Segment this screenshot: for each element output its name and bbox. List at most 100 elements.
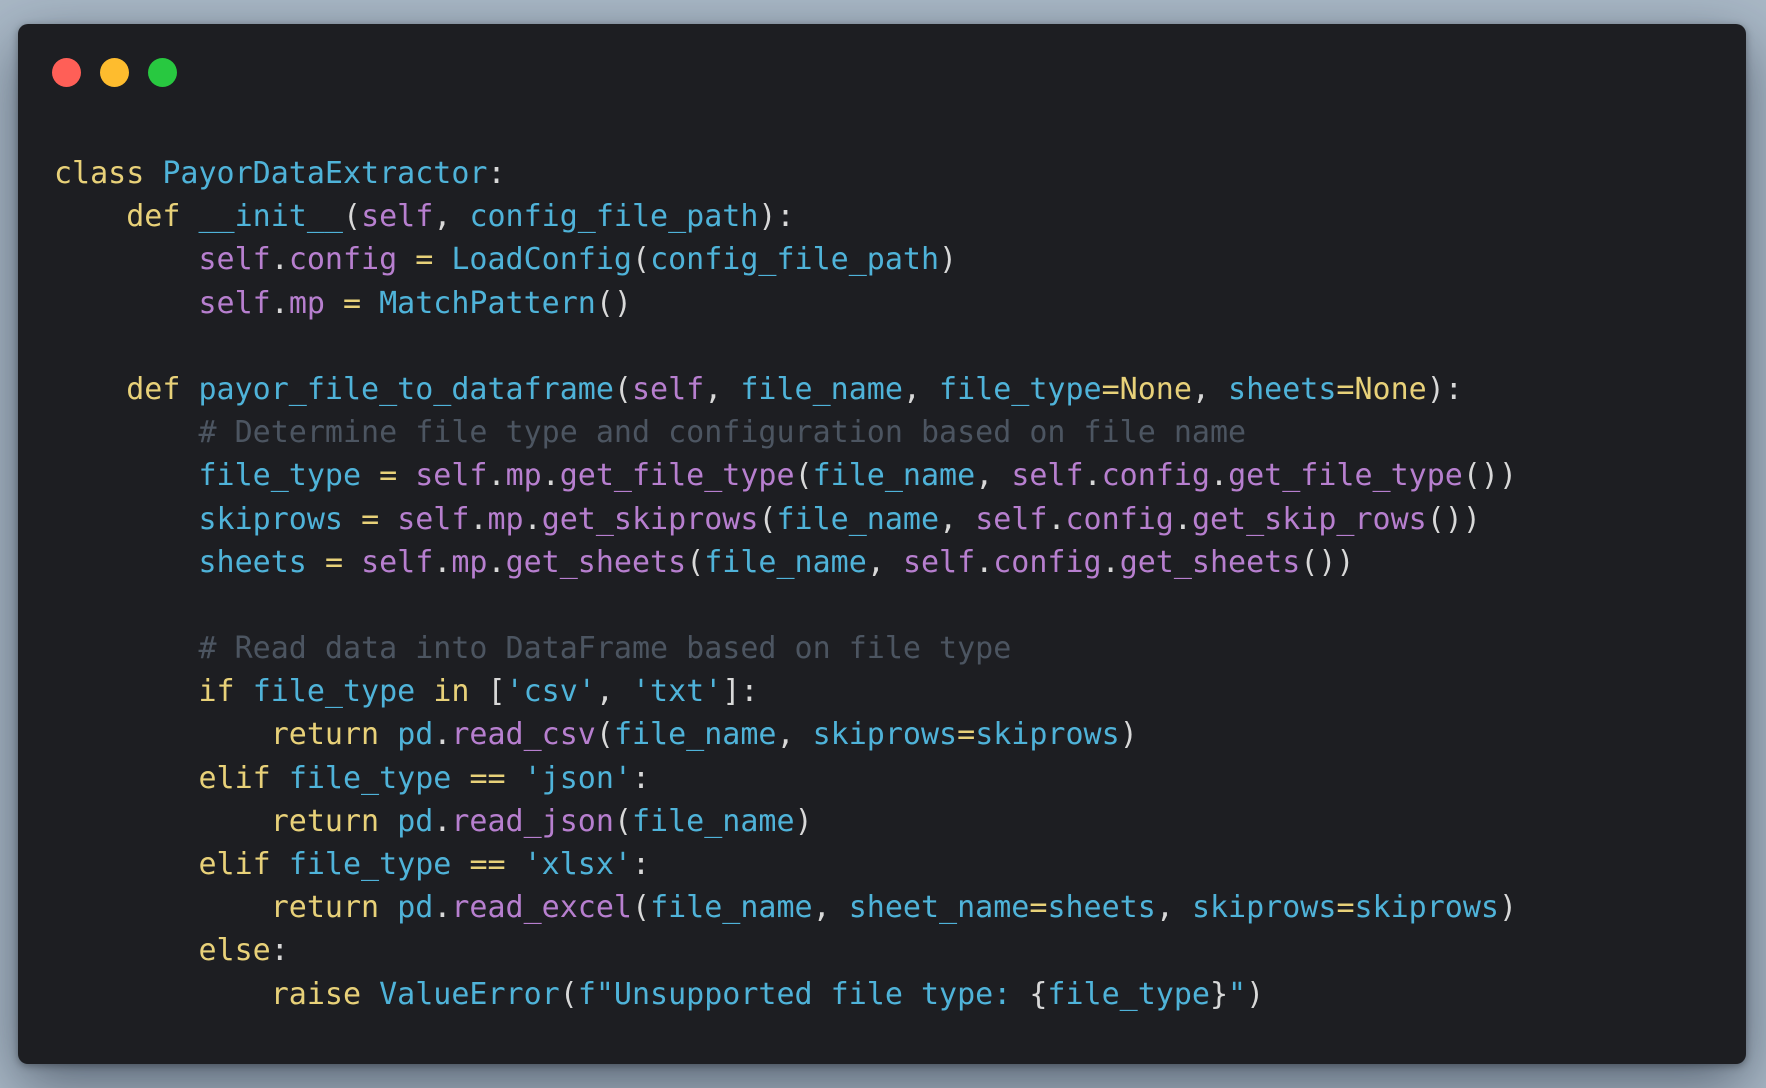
code-punctuation: . [433, 544, 452, 580]
code-keyword: = [343, 285, 362, 321]
code-punctuation: . [433, 717, 452, 753]
code-identifier: file_name [613, 717, 777, 753]
code-keyword: return [270, 717, 380, 753]
code-punctuation [451, 761, 469, 796]
code-comment: # Determine file type and configuration … [198, 415, 1247, 451]
code-line: if file_type in ['csv', 'txt']: [54, 670, 1517, 713]
code-self-token: self [361, 544, 434, 580]
code-self-token: self [198, 285, 271, 321]
code-punctuation: : [487, 156, 506, 191]
code-punctuation: ) [1119, 717, 1138, 753]
code-punctuation [144, 156, 162, 191]
code-punctuation [54, 502, 199, 537]
code-line: sheets = self.mp.get_sheets(file_name, s… [54, 541, 1517, 584]
code-punctuation: : [270, 933, 289, 969]
code-self-token: get_skip_rows [1191, 501, 1427, 537]
code-punctuation: ()) [1426, 501, 1481, 537]
code-window: class PayorDataExtractor: def __init__(s… [18, 24, 1746, 1064]
code-punctuation: : [632, 847, 651, 882]
zoom-button[interactable] [148, 58, 177, 87]
code-punctuation: , [1155, 890, 1192, 926]
code-punctuation [54, 933, 199, 968]
code-self-token: mp [487, 501, 524, 537]
code-keyword: raise [270, 976, 362, 1012]
code-punctuation: . [433, 890, 452, 926]
code-self-token: config [288, 242, 398, 278]
code-punctuation: , [1191, 371, 1229, 407]
code-punctuation: ( [632, 890, 651, 926]
code-identifier: pd [397, 803, 434, 839]
code-identifier: LoadConfig [451, 242, 632, 278]
close-button[interactable] [52, 58, 81, 87]
code-punctuation [180, 199, 198, 234]
code-self-token: get_skiprows [541, 501, 759, 537]
code-punctuation: . [1083, 458, 1102, 494]
code-punctuation: ) [794, 803, 813, 839]
code-comment: # Read data into DataFrame based on file… [198, 631, 1012, 667]
code-identifier: skiprows [812, 717, 958, 753]
code-self-token: get_file_type [559, 458, 795, 494]
code-punctuation: , [595, 674, 632, 710]
code-identifier: f"Unsupported file type: [577, 976, 1030, 1012]
code-keyword: =None [1336, 371, 1427, 407]
code-keyword: == [469, 847, 506, 882]
code-punctuation [235, 674, 253, 709]
code-punctuation [343, 502, 361, 537]
code-keyword: return [270, 890, 380, 926]
code-identifier: pd [397, 890, 434, 926]
code-line: def payor_file_to_dataframe(self, file_n… [54, 368, 1517, 411]
minimize-button[interactable] [100, 58, 129, 87]
code-keyword: = [957, 717, 976, 753]
code-punctuation [54, 286, 199, 321]
code-identifier: file_name [650, 890, 813, 926]
code-punctuation [506, 761, 524, 796]
code-self-token: self [415, 458, 488, 494]
code-punctuation: . [1173, 501, 1192, 537]
code-punctuation: ( [632, 242, 651, 278]
code-keyword: elif [198, 847, 271, 882]
code-punctuation [54, 415, 199, 450]
code-punctuation: ): [1426, 371, 1463, 407]
code-punctuation: . [487, 458, 506, 494]
code-identifier: skiprows [975, 717, 1120, 753]
code-punctuation: . [1101, 544, 1120, 580]
code-line: # Determine file type and configuration … [54, 411, 1517, 454]
code-identifier: " [1228, 976, 1247, 1012]
code-identifier: file_name [632, 803, 795, 839]
code-self-token: self [631, 371, 705, 407]
code-punctuation: ( [758, 501, 777, 537]
code-identifier: sheets [198, 544, 307, 580]
code-keyword: else [198, 933, 271, 969]
code-punctuation [54, 717, 271, 752]
window-controls [52, 58, 177, 88]
code-line: return pd.read_json(file_name) [54, 800, 1517, 843]
code-punctuation: , [975, 458, 1012, 494]
code-punctuation: ( [595, 717, 614, 753]
code-punctuation: } [1209, 976, 1229, 1012]
code-punctuation: ( [686, 544, 705, 580]
code-punctuation: , [902, 371, 940, 407]
code-punctuation: . [487, 544, 506, 580]
code-keyword: == [469, 760, 506, 796]
code-punctuation [54, 761, 199, 796]
code-self-token: self [198, 242, 271, 278]
code-identifier: ValueError [379, 976, 560, 1012]
code-punctuation: ()) [1300, 544, 1355, 580]
code-self-token: get_sheets [1119, 544, 1301, 580]
code-punctuation: . [433, 803, 452, 839]
code-punctuation: ( [559, 976, 578, 1012]
code-punctuation [379, 804, 397, 839]
code-line: return pd.read_csv(file_name, skiprows=s… [54, 713, 1517, 756]
code-line: def __init__(self, config_file_path): [54, 195, 1517, 238]
code-punctuation: , [776, 717, 813, 753]
code-line: raise ValueError(f"Unsupported file type… [54, 973, 1517, 1016]
code-punctuation: ( [613, 803, 632, 839]
code-punctuation [379, 890, 397, 925]
code-punctuation: () [595, 285, 632, 321]
code-self-token: self [1011, 458, 1084, 494]
code-identifier: file_name [776, 501, 940, 537]
code-punctuation [271, 847, 289, 882]
code-punctuation: ]: [722, 674, 759, 710]
code-self-token: config [1065, 501, 1174, 537]
